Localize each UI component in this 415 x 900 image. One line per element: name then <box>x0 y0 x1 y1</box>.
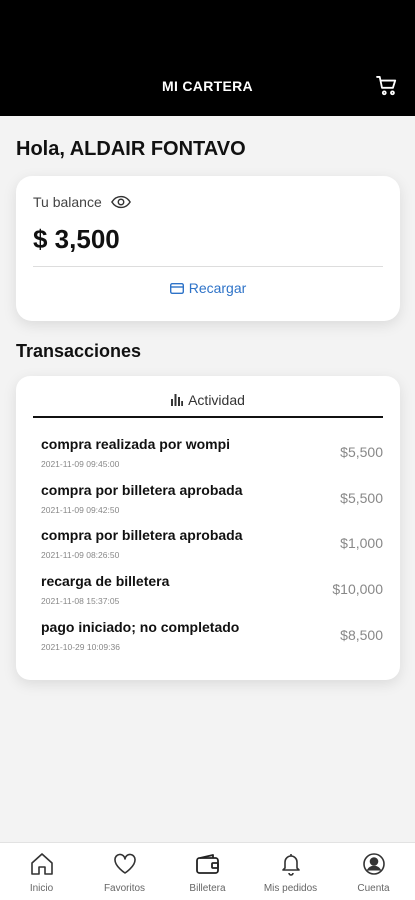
eye-icon <box>110 195 131 209</box>
transaction-row[interactable]: recarga de billetera 2021-11-08 15:37:05… <box>41 573 383 619</box>
transaction-date: 2021-11-09 08:26:50 <box>41 550 120 561</box>
app-header: MI CARTERA <box>0 0 415 116</box>
recharge-button[interactable]: Recargar <box>16 280 400 296</box>
balance-divider <box>33 266 383 267</box>
transaction-description: compra por billetera aprobada <box>41 527 243 544</box>
transaction-row[interactable]: compra realizada por wompi 2021-11-09 09… <box>41 436 383 482</box>
transaction-list: compra realizada por wompi 2021-11-09 09… <box>41 436 383 664</box>
nav-item-cuenta[interactable]: Cuenta <box>332 843 415 900</box>
balance-card: Tu balance $ 3,500 Recargar <box>16 176 400 321</box>
nav-label: Inicio <box>29 883 54 894</box>
nav-label: Mis pedidos <box>263 883 318 894</box>
transaction-description: recarga de billetera <box>41 573 170 590</box>
balance-label: Tu balance <box>33 194 102 210</box>
transaction-date: 2021-11-08 15:37:05 <box>41 596 120 607</box>
transaction-date: 2021-11-09 09:42:50 <box>41 504 120 515</box>
credit-card-icon <box>169 282 184 294</box>
transactions-card: Actividad compra realizada por wompi 202… <box>16 376 400 680</box>
nav-label: Favoritos <box>103 883 146 894</box>
balance-amount: $ 3,500 <box>33 224 120 254</box>
transaction-date: 2021-10-29 10:09:36 <box>41 641 120 652</box>
cart-icon <box>376 76 397 96</box>
transaction-description: pago iniciado; no completado <box>41 618 240 635</box>
bell-icon <box>278 851 304 877</box>
tab-activity[interactable]: Actividad <box>33 392 383 418</box>
recharge-label: Recargar <box>188 280 247 296</box>
account-icon <box>361 851 387 877</box>
nav-label: Billetera <box>189 883 226 894</box>
page-title: MI CARTERA <box>162 78 253 94</box>
transaction-row[interactable]: pago iniciado; no completado 2021-10-29 … <box>41 619 383 665</box>
greeting-text: Hola, ALDAIR FONTAVO <box>16 138 246 160</box>
transaction-amount: $10,000 <box>332 581 383 598</box>
nav-item-billetera[interactable]: Billetera <box>166 843 249 900</box>
transaction-description: compra realizada por wompi <box>41 436 231 452</box>
nav-item-mis-pedidos[interactable]: Mis pedidos <box>249 843 332 900</box>
nav-item-inicio[interactable]: Inicio <box>0 843 83 900</box>
nav-label: Cuenta <box>357 883 390 894</box>
transaction-amount: $8,500 <box>340 626 383 643</box>
transaction-amount: $5,500 <box>340 489 383 506</box>
transaction-row[interactable]: compra por billetera aprobada 2021-11-09… <box>41 482 383 528</box>
transaction-row[interactable]: compra por billetera aprobada 2021-11-09… <box>41 527 383 573</box>
transaction-amount: $1,000 <box>340 535 383 552</box>
tab-activity-label: Actividad <box>188 392 245 408</box>
transaction-description: compra por billetera aprobada <box>41 481 243 498</box>
toggle-balance-visibility-button[interactable] <box>110 194 132 210</box>
balance-label-row: Tu balance <box>33 194 132 210</box>
bar-chart-icon <box>171 394 184 406</box>
wallet-icon <box>195 851 221 877</box>
bottom-navigation: Inicio Favoritos Billetera Mis pedidos C… <box>0 842 415 900</box>
cart-button[interactable] <box>375 74 399 98</box>
transaction-date: 2021-11-09 09:45:00 <box>41 459 120 469</box>
transaction-amount: $5,500 <box>340 444 383 460</box>
home-icon <box>29 851 55 877</box>
transactions-title: Transacciones <box>16 341 142 361</box>
nav-item-favoritos[interactable]: Favoritos <box>83 843 166 900</box>
heart-icon <box>112 851 138 877</box>
